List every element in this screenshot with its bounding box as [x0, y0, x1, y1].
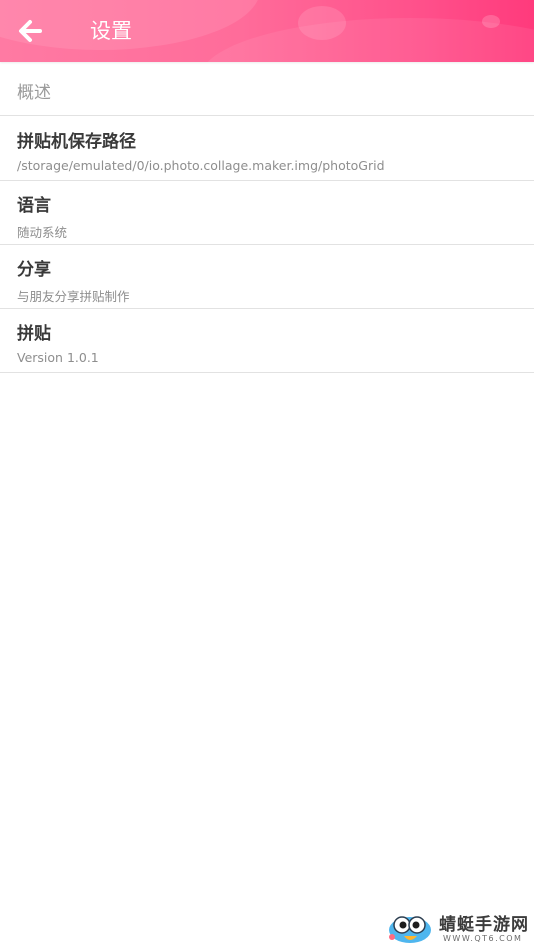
- back-button[interactable]: [8, 9, 52, 53]
- preference-title: 拼贴机保存路径: [17, 132, 136, 152]
- watermark-title: 蜻蜓手游网: [439, 915, 529, 935]
- preference-title: 拼贴: [17, 324, 51, 344]
- watermark-domain: WWW.QT6.COM: [443, 934, 523, 943]
- preference-share[interactable]: 分享 与朋友分享拼贴制作: [0, 245, 534, 309]
- preference-title: 分享: [17, 260, 51, 280]
- preference-title: 语言: [17, 196, 51, 216]
- page-title: 设置: [90, 19, 132, 43]
- preference-list: 拼贴机保存路径 /storage/emulated/0/io.photo.col…: [0, 117, 534, 373]
- header-decoration: [298, 6, 346, 40]
- preference-language[interactable]: 语言 随动系统: [0, 181, 534, 245]
- section-header-overview: 概述: [0, 62, 534, 116]
- preference-summary: 与朋友分享拼贴制作: [17, 289, 130, 304]
- preference-summary: 随动系统: [17, 225, 68, 240]
- preference-about[interactable]: 拼贴 Version 1.0.1: [0, 309, 534, 373]
- preference-save-path[interactable]: 拼贴机保存路径 /storage/emulated/0/io.photo.col…: [0, 117, 534, 181]
- dragonfly-logo-icon: [389, 916, 431, 943]
- header-decoration: [482, 15, 500, 28]
- preference-summary: /storage/emulated/0/io.photo.collage.mak…: [17, 158, 385, 173]
- app-bar: 设置: [0, 0, 534, 62]
- watermark: 蜻蜓手游网 WWW.QT6.COM: [386, 908, 531, 946]
- preference-summary: Version 1.0.1: [17, 350, 99, 365]
- section-header-label: 概述: [17, 83, 51, 103]
- arrow-left-icon: [19, 20, 42, 42]
